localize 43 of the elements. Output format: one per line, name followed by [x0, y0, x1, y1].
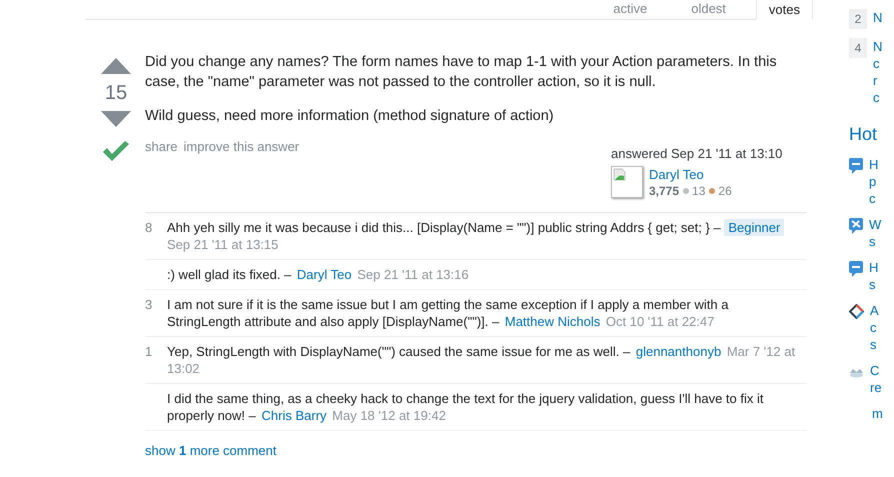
post-menu-link[interactable]: improve this answer — [184, 137, 300, 156]
plane-icon — [849, 218, 863, 234]
user-link[interactable]: Daryl Teo — [649, 166, 732, 182]
hot-question-link[interactable]: W s — [869, 216, 882, 250]
comment-text: Yep, StringLength with DisplayName("") caused the same issue for me as well. – glennanthonyb Mar 7 '12 at 13:02 — [167, 342, 796, 376]
diamond-icon — [849, 304, 864, 319]
comment-text: I did the same thing, as a cheeky hack to change the text for the jquery validation, guess I'll have to fix it properly now! – Chris Barry May 18 '12 at 19:42 — [167, 390, 764, 424]
comment-score: 3 — [145, 296, 152, 312]
comment-score: 8 — [145, 220, 152, 234]
comment-author[interactable]: Daryl Teo — [294, 266, 354, 282]
comment-author[interactable]: Beginner — [724, 218, 784, 236]
hot-question-link[interactable]: A c s — [870, 302, 879, 353]
link-count: 4 — [849, 38, 867, 58]
comment-text: :) well glad its fixed. – Daryl Teo Sep 21 '11 at 13:16 — [167, 266, 470, 282]
answer-paragraph: Did you change any names? The form names have to map 1-1 with your Action parameters. In this case, the "name" parameter was not passed to the controller action, so it is null. — [145, 53, 778, 92]
sort-tab[interactable]: active — [601, 0, 660, 20]
answer-paragraph: Wild guess, need more information (method signature of action) — [145, 107, 555, 126]
comment-text: I am not sure if it is the same issue but I am getting the same exception if I apply a member with a StringLength attribute and also apply [DisplayName("")]. – Matthew Nichols Oct 10 '11 at 22:47 — [167, 296, 730, 330]
linked-question-link[interactable]: N c r c — [873, 38, 882, 106]
downvote-arrow-icon[interactable] — [101, 111, 131, 127]
sort-tab[interactable]: oldest — [679, 0, 738, 20]
comment-author[interactable]: Chris Barry — [260, 408, 329, 422]
badge-count: 13 — [692, 182, 706, 200]
answered-time: answered Sep 21 '11 at 13:10 — [611, 145, 784, 163]
comment-author[interactable]: Matthew Nichols — [502, 314, 602, 328]
post-menu-link[interactable]: share — [145, 137, 178, 156]
comment-score: 1 — [145, 344, 152, 358]
hot-question-link[interactable]: H p c — [869, 156, 878, 207]
more-hot-questions-link[interactable]: m — [872, 405, 894, 422]
upvote-arrow-icon[interactable] — [101, 58, 131, 74]
comment-text: Ahh yeh silly me it was because i did this... [Display(Name = "")] public string Addrs { get; set; } – Beginner Sep 21 '11 at 13:15 — [167, 218, 807, 252]
hot-question-link[interactable]: C re — [870, 362, 882, 396]
badge-count: 26 — [718, 182, 732, 200]
linked-question-link[interactable]: N — [873, 9, 882, 29]
show-more-comments-link[interactable]: show 1 more comment — [145, 440, 807, 460]
link-count: 2 — [849, 9, 867, 29]
hot-questions-title: Hot — [849, 123, 878, 146]
hot-question-link[interactable]: H s — [869, 259, 878, 293]
vote-count: 15 — [104, 81, 128, 105]
comment-author[interactable]: glennanthonyb — [634, 344, 724, 358]
sort-tab[interactable]: votes — [756, 0, 813, 20]
avatar-placeholder-icon — [611, 166, 643, 198]
reputation-score: 3,775 — [649, 182, 680, 200]
